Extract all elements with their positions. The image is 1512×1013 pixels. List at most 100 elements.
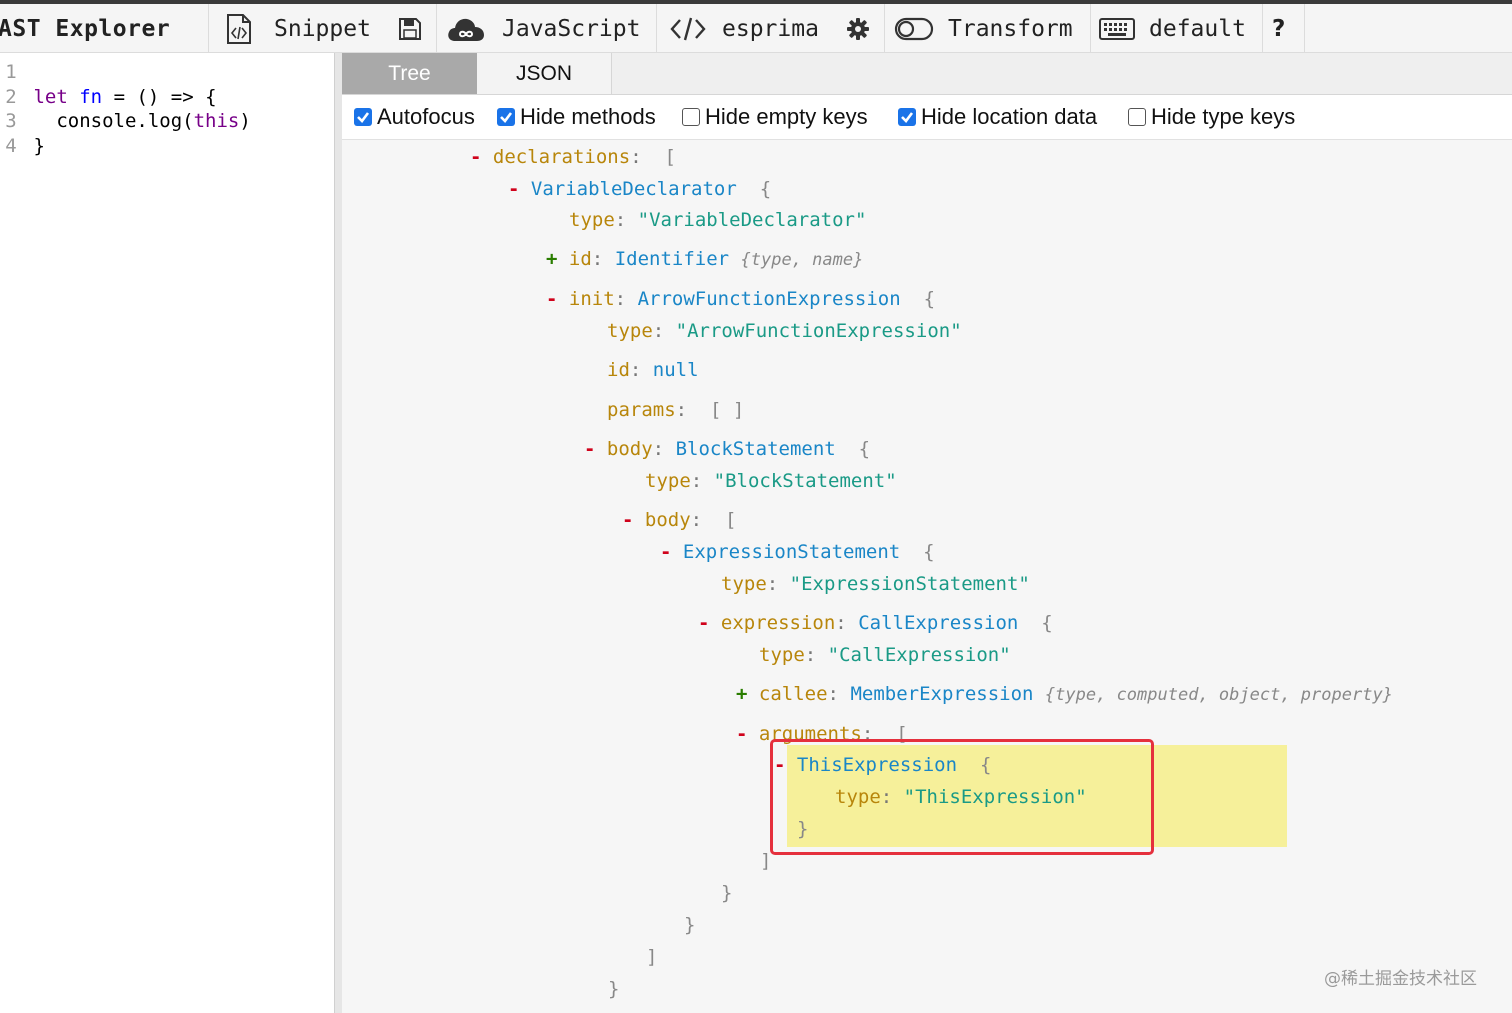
colon: : <box>652 438 676 460</box>
open-bracket: { <box>923 541 935 563</box>
tree-node[interactable]: type: "ExpressionStatement" <box>721 570 1030 598</box>
code-file-icon <box>224 13 254 45</box>
pane-resize-handle[interactable] <box>334 53 342 1013</box>
tree-node[interactable]: } <box>721 879 732 907</box>
colon: : <box>614 209 638 231</box>
option-hide-type-keys[interactable]: Hide type keys <box>1128 95 1295 139</box>
collapse-toggle[interactable]: - <box>470 146 481 168</box>
tree-node[interactable]: + id: Identifier {type, name} <box>546 245 863 273</box>
option-autofocus[interactable]: Autofocus <box>354 95 475 139</box>
option-hide-empty-keys[interactable]: Hide empty keys <box>682 95 868 139</box>
node-type-name: ArrowFunctionExpression <box>637 288 901 310</box>
collapse-toggle[interactable]: - <box>546 288 557 310</box>
property-key: params <box>607 399 676 421</box>
tree-node[interactable]: - init: ArrowFunctionExpression { <box>546 285 935 313</box>
expand-toggle[interactable]: + <box>546 248 557 270</box>
collapse-toggle[interactable]: - <box>584 438 595 460</box>
close-bracket: } <box>684 914 696 936</box>
string-value: "ExpressionStatement" <box>789 573 1030 595</box>
snippet-button[interactable]: Snippet <box>224 4 371 53</box>
colon: : <box>804 644 828 666</box>
save-button[interactable] <box>398 4 422 53</box>
open-bracket: [ <box>664 146 676 168</box>
open-bracket: [ ] <box>709 399 745 421</box>
keymap-label: default <box>1149 15 1246 42</box>
code-line[interactable]: 1 <box>0 60 33 84</box>
close-bracket: ] <box>760 850 772 872</box>
autofocus-checkbox[interactable] <box>354 108 372 126</box>
annotation-callout-box <box>770 739 1154 855</box>
expand-toggle[interactable]: + <box>736 683 747 705</box>
tree-node[interactable]: - ExpressionStatement { <box>660 538 935 566</box>
collapse-toggle[interactable]: - <box>698 612 709 634</box>
tab-tree[interactable]: Tree <box>342 53 477 94</box>
collapse-toggle[interactable]: - <box>660 541 671 563</box>
tree-node[interactable]: type: "CallExpression" <box>759 641 1011 669</box>
snippet-label: Snippet <box>274 15 371 42</box>
language-select[interactable]: JavaScript <box>446 4 640 53</box>
toolbar-divider <box>1090 4 1091 53</box>
tree-node[interactable]: - expression: CallExpression { <box>698 609 1053 637</box>
tree-node[interactable]: } <box>684 911 695 939</box>
open-bracket: { <box>923 288 936 310</box>
hide-empty-keys-checkbox[interactable] <box>682 108 700 126</box>
code-line[interactable]: 3 console.log(this) <box>0 109 251 133</box>
tab-json[interactable]: JSON <box>477 53 612 94</box>
colon: : <box>827 683 851 705</box>
keymap-select[interactable]: default <box>1099 4 1246 53</box>
tree-node[interactable]: type: "BlockStatement" <box>645 467 897 495</box>
tree-node[interactable]: - body: [ <box>622 506 736 534</box>
code-token: fn <box>79 86 103 108</box>
code-line[interactable]: 2 let fn = () => { <box>0 85 216 109</box>
collapse-toggle[interactable]: - <box>736 723 747 745</box>
transform-toggle[interactable]: Transform <box>894 4 1073 53</box>
hide-location-data-checkbox[interactable] <box>898 108 916 126</box>
code-editor[interactable]: 1 2 let fn = () => {3 console.log(this) 4… <box>0 53 334 1013</box>
option-hide-location-data[interactable]: Hide location data <box>898 95 1097 139</box>
tree-node[interactable]: type: "ArrowFunctionExpression" <box>607 317 962 345</box>
collapse-toggle[interactable]: - <box>622 509 633 531</box>
toolbar-divider <box>1262 4 1263 53</box>
help-button[interactable]: ? <box>1272 4 1285 53</box>
hide-methods-checkbox[interactable] <box>497 108 515 126</box>
string-value: "ArrowFunctionExpression" <box>675 320 962 342</box>
tree-node[interactable]: type: "VariableDeclarator" <box>569 206 866 234</box>
collapse-toggle[interactable]: - <box>508 178 519 200</box>
keyboard-icon <box>1099 17 1135 41</box>
toggle-off-icon <box>894 16 934 42</box>
colon: : <box>629 359 653 381</box>
tree-node[interactable]: params: [ ] <box>607 396 744 424</box>
hide-type-keys-checkbox[interactable] <box>1128 108 1146 126</box>
parser-settings-button[interactable] <box>846 4 870 53</box>
line-number: 3 <box>5 110 17 132</box>
output-tabs: Tree JSON <box>342 53 1512 95</box>
parser-select[interactable]: esprima <box>670 4 819 53</box>
tree-node[interactable]: ] <box>646 943 657 971</box>
literal-value: null <box>652 359 699 381</box>
line-number: 4 <box>5 135 17 157</box>
hide-location-data-label: Hide location data <box>921 104 1098 129</box>
node-type-name: ExpressionStatement <box>682 541 901 563</box>
tree-node[interactable]: - body: BlockStatement { <box>584 435 870 463</box>
tree-node[interactable]: id: null <box>607 356 699 384</box>
tree-options: Autofocus Hide methods Hide empty keys H… <box>342 95 1512 140</box>
option-hide-methods[interactable]: Hide methods <box>497 95 656 139</box>
line-number: 2 <box>5 86 17 108</box>
tree-node[interactable]: } <box>608 975 619 1003</box>
tree-node[interactable]: - declarations: [ <box>470 143 676 171</box>
code-line[interactable]: 4 } <box>0 134 45 158</box>
tree-node[interactable]: + callee: MemberExpression {type, comput… <box>736 680 1393 708</box>
string-value: "CallExpression" <box>827 644 1011 666</box>
app-title: AST Explorer <box>0 15 171 42</box>
property-key: callee <box>758 683 828 705</box>
property-key: id <box>607 359 630 381</box>
tree-node[interactable]: - VariableDeclarator { <box>508 175 771 203</box>
node-type-name: CallExpression <box>858 612 1019 634</box>
